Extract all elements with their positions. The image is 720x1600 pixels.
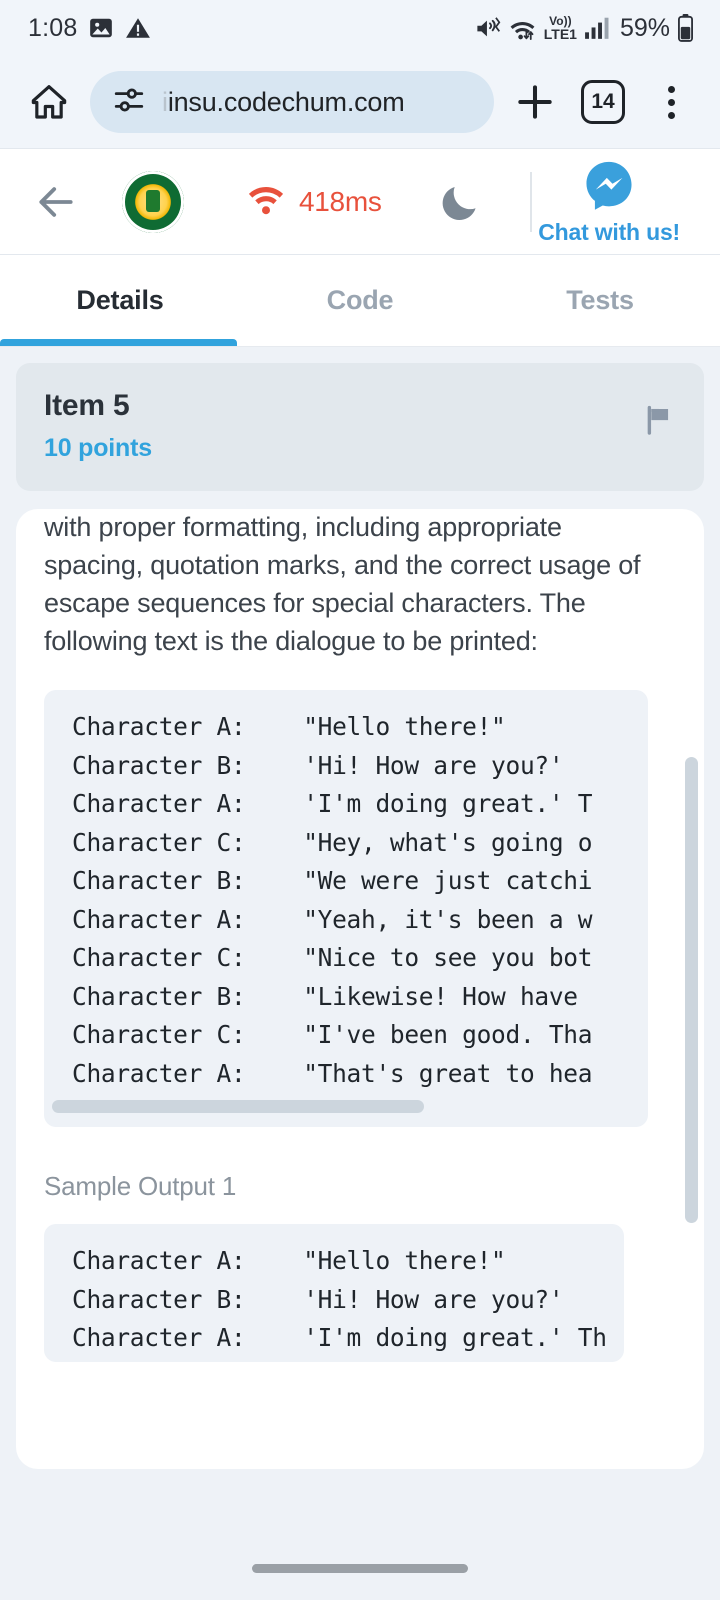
dialogue-code-block[interactable]: Character A: "Hello there!" Character B:… (44, 690, 648, 1127)
page-body: Item 5 10 points with proper formatting,… (0, 347, 720, 1469)
problem-scroll-area[interactable]: with proper formatting, including approp… (16, 509, 704, 1469)
item-header-text: Item 5 10 points (44, 389, 152, 463)
site-settings-icon[interactable] (112, 83, 146, 122)
latency-indicator: 418ms (246, 182, 382, 221)
dialogue-hscrollbar-thumb[interactable] (52, 1100, 424, 1113)
content-vscrollbar-thumb[interactable] (685, 757, 698, 1223)
android-navigation-bar (0, 1536, 720, 1600)
overflow-menu-icon[interactable] (644, 75, 698, 129)
volte-icon: Vo)) LTE1 (543, 14, 577, 42)
university-seal-logo[interactable] (122, 170, 184, 233)
screenshot-icon (88, 15, 114, 41)
warning-icon (125, 15, 151, 41)
sample-output-label: Sample Output 1 (44, 1171, 237, 1201)
section-tabs: Details Code Tests (0, 255, 720, 347)
active-tab-indicator (0, 339, 237, 346)
header-divider (529, 171, 532, 232)
battery-percent: 59% (619, 13, 670, 42)
chat-label: Chat with us! (538, 218, 680, 245)
back-icon[interactable] (34, 180, 90, 224)
home-gesture-pill[interactable] (252, 1563, 468, 1573)
sample-output-code-lines: Character A: "Hello there!" Character B:… (72, 1246, 607, 1352)
url-text: iinsu.codechum.com (162, 87, 405, 118)
problem-content-card: with proper formatting, including approp… (16, 509, 704, 1469)
android-status-bar: 1:08 Vo)) LTE1 59% (0, 0, 720, 56)
tab-details[interactable]: Details (0, 255, 240, 346)
new-tab-icon[interactable] (508, 75, 562, 129)
wifi-icon (508, 15, 537, 42)
battery-icon (677, 14, 694, 42)
sample-output-code-block[interactable]: Character A: "Hello there!" Character B:… (44, 1224, 624, 1362)
tab-switcher-icon[interactable]: 14 (576, 75, 630, 129)
item-header-card: Item 5 10 points (16, 363, 704, 491)
dialogue-code-lines: Character A: "Hello there!" Character B:… (72, 712, 593, 1088)
flag-icon (642, 405, 676, 441)
tab-details-label: Details (76, 285, 164, 315)
tab-code[interactable]: Code (240, 255, 480, 346)
status-bar-left: 1:08 (28, 14, 151, 43)
tab-code-label: Code (326, 285, 394, 315)
signal-icon (584, 16, 610, 40)
browser-toolbar: iinsu.codechum.com 14 (0, 56, 720, 148)
home-icon[interactable] (22, 75, 76, 129)
mute-icon (474, 15, 501, 42)
wifi-signal-icon (246, 182, 286, 221)
dialogue-hscrollbar[interactable] (44, 1093, 648, 1127)
tab-count: 14 (581, 80, 625, 124)
url-host: insu.codechum.com (167, 86, 405, 117)
messenger-icon (583, 158, 635, 215)
clock: 1:08 (28, 13, 78, 42)
chat-with-us-button[interactable]: Chat with us! (538, 158, 686, 246)
problem-description: with proper formatting, including approp… (44, 509, 680, 660)
tab-tests[interactable]: Tests (480, 255, 720, 346)
status-bar-right: Vo)) LTE1 59% (474, 14, 694, 43)
page-title: Item 5 (44, 389, 130, 422)
address-bar[interactable]: iinsu.codechum.com (90, 71, 494, 133)
tab-tests-label: Tests (566, 285, 634, 315)
site-header: 418ms Chat with us! (0, 148, 720, 255)
dark-mode-toggle[interactable] (438, 180, 482, 224)
description-body: spacing, quotation marks, and the correc… (44, 550, 641, 656)
points-badge: 10 points (44, 434, 152, 462)
report-flag-button[interactable] (642, 389, 676, 442)
description-clipped-line: with proper formatting, including approp… (44, 512, 562, 542)
ping-value: 418ms (299, 185, 382, 217)
